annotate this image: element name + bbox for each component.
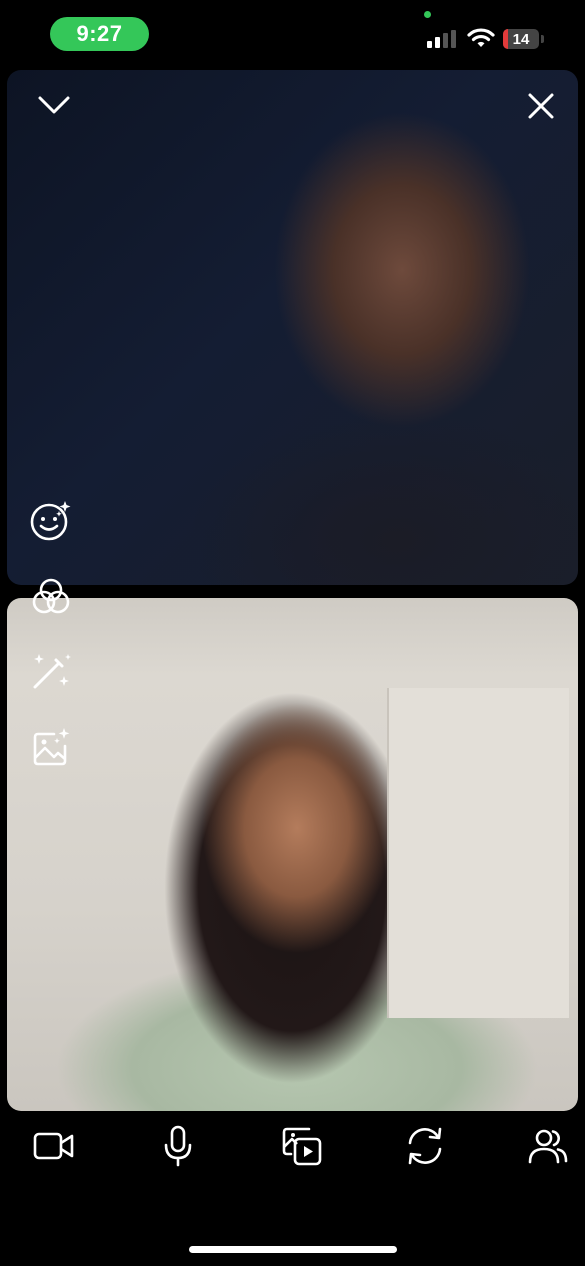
smiley-sparkle-icon[interactable]	[28, 498, 74, 544]
battery-percentage: 14	[512, 30, 530, 48]
time-indicator[interactable]: 9:27	[50, 17, 149, 51]
time-text: 9:27	[76, 21, 123, 46]
home-indicator[interactable]	[189, 1246, 397, 1253]
camera-in-use-dot	[424, 11, 431, 18]
chevron-down-icon[interactable]	[31, 88, 77, 122]
self-video[interactable]	[7, 598, 578, 1111]
image-sparkle-icon[interactable]	[28, 724, 74, 770]
wifi-icon	[467, 27, 495, 54]
microphone-icon[interactable]	[155, 1121, 201, 1171]
video-camera-icon[interactable]	[30, 1123, 78, 1169]
background-door	[387, 688, 569, 1018]
battery-cap	[541, 35, 544, 43]
media-share-icon[interactable]	[278, 1122, 326, 1170]
remote-video[interactable]	[7, 70, 578, 585]
overlapping-circles-icon[interactable]	[28, 574, 74, 620]
status-bar: 9:27 14	[0, 0, 585, 66]
close-icon[interactable]	[519, 84, 563, 128]
battery-icon: 14	[503, 29, 539, 49]
cellular-signal-icon	[427, 30, 459, 48]
people-icon[interactable]	[524, 1122, 572, 1170]
magic-wand-icon[interactable]	[28, 648, 74, 694]
flip-camera-icon[interactable]	[402, 1121, 448, 1171]
